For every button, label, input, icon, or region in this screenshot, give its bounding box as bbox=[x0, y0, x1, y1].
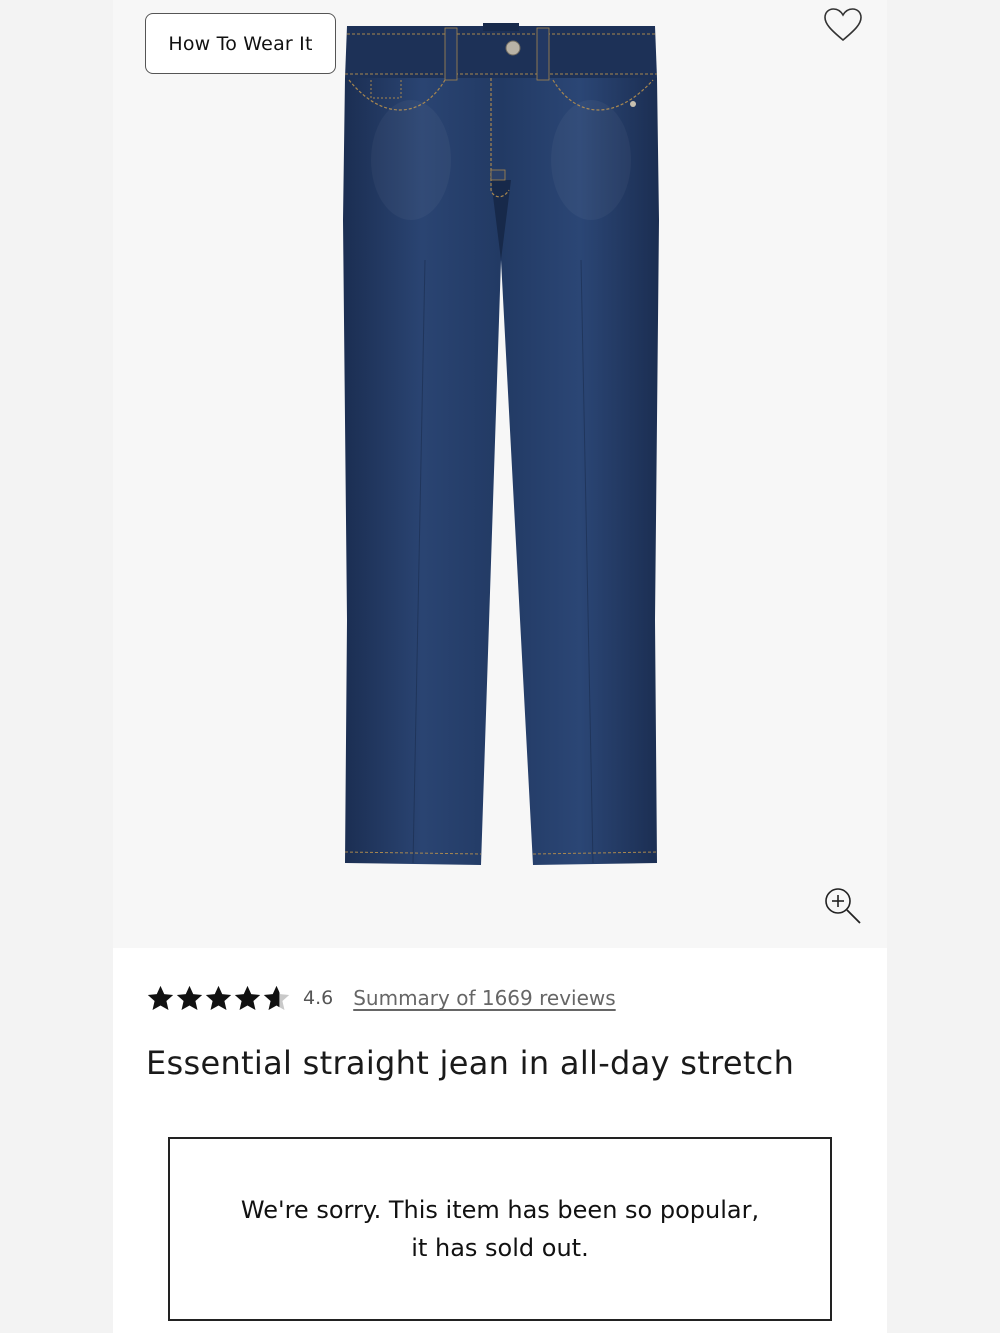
star-icon bbox=[234, 985, 261, 1010]
sold-out-line-1: We're sorry. This item has been so popul… bbox=[240, 1196, 760, 1224]
rating-row: 4.6 Summary of 1669 reviews bbox=[146, 978, 616, 1018]
sold-out-notice: We're sorry. This item has been so popul… bbox=[168, 1137, 832, 1321]
star-icon bbox=[205, 985, 232, 1010]
product-image-jeans bbox=[343, 23, 659, 865]
product-title: Essential straight jean in all-day stret… bbox=[146, 1044, 795, 1082]
zoom-in-icon[interactable] bbox=[821, 884, 865, 928]
star-rating bbox=[146, 984, 291, 1013]
how-to-wear-button[interactable]: How To Wear It bbox=[145, 13, 336, 74]
sold-out-message: We're sorry. This item has been so popul… bbox=[220, 1191, 780, 1267]
star-half-icon bbox=[263, 985, 290, 1010]
product-image-area[interactable]: How To Wear It bbox=[113, 0, 887, 948]
heart-icon[interactable] bbox=[823, 7, 863, 43]
sold-out-line-2: it has sold out. bbox=[411, 1234, 589, 1262]
star-icon bbox=[176, 985, 203, 1010]
rating-value: 4.6 bbox=[303, 987, 334, 1009]
product-page: How To Wear It 4.6 Summary of 1669 revie… bbox=[113, 0, 887, 1333]
star-icon bbox=[147, 985, 174, 1010]
reviews-summary-link[interactable]: Summary of 1669 reviews bbox=[353, 986, 615, 1010]
